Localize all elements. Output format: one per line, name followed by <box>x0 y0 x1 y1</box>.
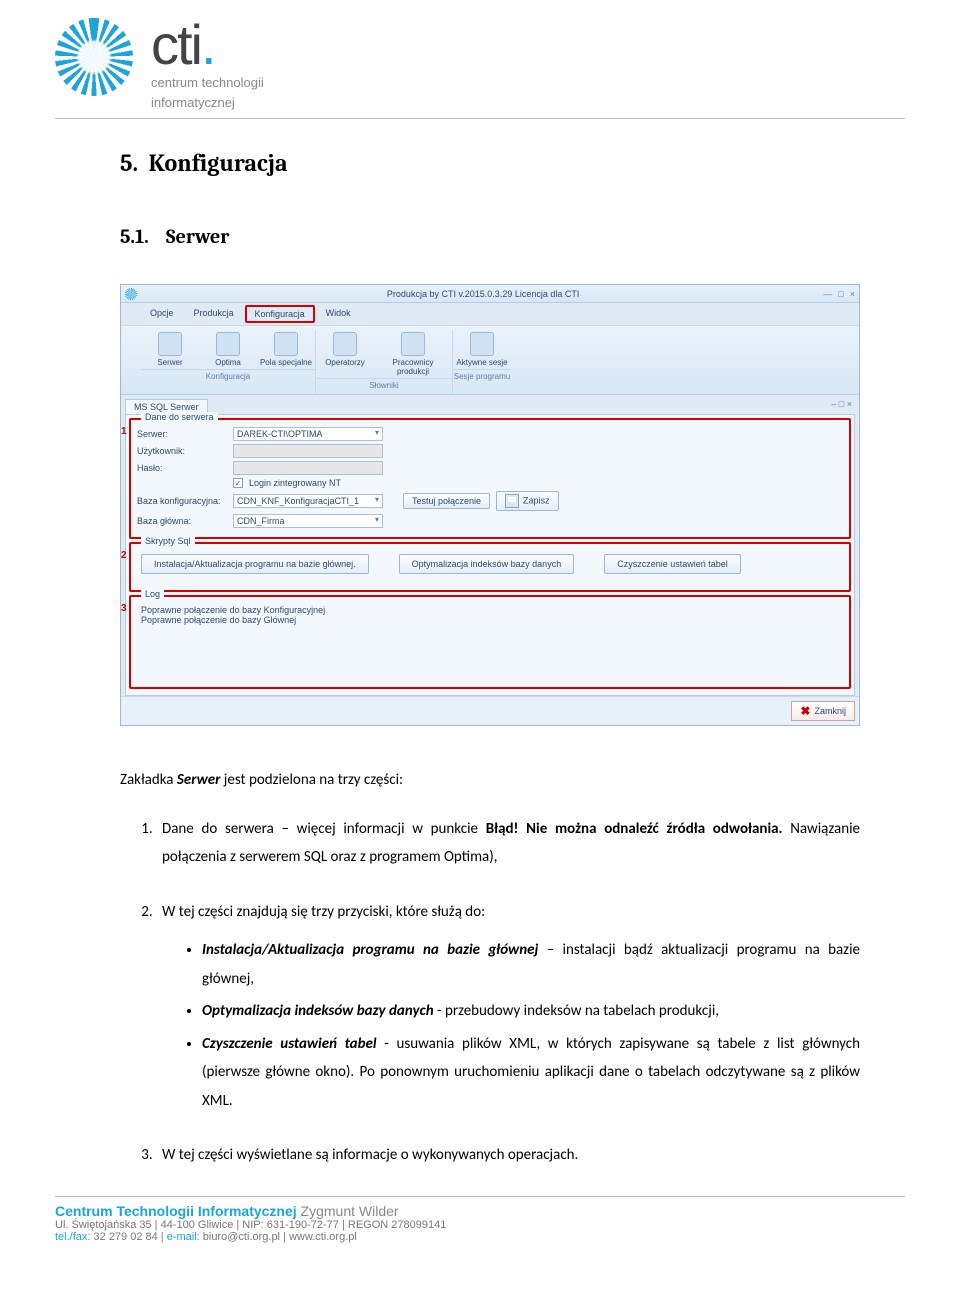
save-button[interactable]: Zapisz <box>496 491 559 511</box>
optimize-indexes-button[interactable]: Optymalizacja indeksów bazy danych <box>399 554 575 574</box>
fieldset-scripts: 2 Skrypty Sql Instalacja/Aktualizacja pr… <box>129 542 851 592</box>
save-icon <box>505 494 519 508</box>
annotation-3: 3 <box>121 603 127 614</box>
list-item-3: W tej części wyświetlane są informacje o… <box>156 1141 860 1170</box>
intro-paragraph: Zakładka Serwer jest podzielona na trzy … <box>120 766 860 795</box>
baza-glowna-label: Baza główna: <box>137 516 227 526</box>
list-item-1: Dane do serwera – więcej informacji w pu… <box>156 815 860 872</box>
login-nt-label: Login zintegrowany NT <box>249 478 341 488</box>
app-title: Produkcja by CTI v.2015.0.3.29 Licencja … <box>143 289 823 299</box>
footer-company: Centrum Technologii Informatycznej <box>55 1203 297 1219</box>
bullet-install: Instalacja/Aktualizacja programu na bazi… <box>202 936 860 993</box>
app-window: Produkcja by CTI v.2015.0.3.29 Licencja … <box>120 284 860 726</box>
baza-konf-combo[interactable]: CDN_KNF_KonfiguracjaCTI_1 <box>233 494 383 508</box>
logo-subtitle-1: centrum technologii <box>151 75 264 91</box>
fieldset-server-data: 1 Dane do serwera Serwer: DAREK-CTI\OPTI… <box>129 418 851 539</box>
menu-produkcja[interactable]: Produkcja <box>185 305 243 323</box>
uzytkownik-label: Użytkownik: <box>137 446 227 456</box>
menu-opcje[interactable]: Opcje <box>141 305 183 323</box>
login-nt-checkbox[interactable]: ✓ <box>233 478 243 488</box>
workers-icon <box>401 332 425 356</box>
bottom-bar: ✖ Zamknij <box>121 696 859 725</box>
fieldset-scripts-legend: Skrypty Sql <box>141 536 195 546</box>
optima-icon <box>216 332 240 356</box>
bullet-optimize: Optymalizacja indeksów bazy danych - prz… <box>202 997 860 1026</box>
test-connection-button[interactable]: Testuj połączenie <box>403 493 490 509</box>
install-update-button[interactable]: Instalacja/Aktualizacja programu na bazi… <box>141 554 369 574</box>
log-output: Poprawne połączenie do bazy Konfiguracyj… <box>137 601 843 681</box>
serwer-label: Serwer: <box>137 429 227 439</box>
page-footer: Centrum Technologii Informatycznej Zygmu… <box>0 1203 960 1243</box>
haslo-input[interactable] <box>233 461 383 475</box>
body-text: Zakładka Serwer jest podzielona na trzy … <box>120 766 860 1170</box>
sessions-icon <box>470 332 494 356</box>
zamknij-button[interactable]: ✖ Zamknij <box>791 701 855 721</box>
ribbon-aktywne-button[interactable]: Aktywne sesje <box>453 330 511 369</box>
clean-tables-button[interactable]: Czyszczenie ustawień tabel <box>604 554 741 574</box>
logo: cti. centrum technologii informatycznej <box>55 18 960 110</box>
operators-icon <box>333 332 357 356</box>
logo-subtitle-2: informatycznej <box>151 95 264 111</box>
page-header: cti. centrum technologii informatycznej <box>0 0 960 110</box>
fieldset-log-legend: Log <box>141 589 164 599</box>
fields-icon <box>274 332 298 356</box>
logo-letters: cti. <box>151 18 264 71</box>
ribbon-optima-button[interactable]: Optima <box>199 330 257 369</box>
baza-glowna-combo[interactable]: CDN_Firma <box>233 514 383 528</box>
subtab-container: MS SQL Serwer – □ × 1 Dane do serwera Se… <box>125 399 855 696</box>
footer-divider <box>55 1196 905 1197</box>
ribbon-group-config-label: Konfiguracja <box>141 369 315 383</box>
close-icon: ✖ <box>800 704 810 718</box>
window-close-icon[interactable]: × <box>850 289 855 299</box>
subsection-heading: 5.1.Serwer <box>120 225 860 248</box>
menu-konfiguracja[interactable]: Konfiguracja <box>245 305 315 323</box>
haslo-label: Hasło: <box>137 463 227 473</box>
menubar: Opcje Produkcja Konfiguracja Widok <box>121 303 859 326</box>
fieldset-log: 3 Log Poprawne połączenie do bazy Konfig… <box>129 595 851 689</box>
ribbon: Serwer Optima Pola specjalne Konfiguracj… <box>121 326 859 395</box>
footer-address: Ul. Świętojańska 35 | 44-100 Gliwice | N… <box>55 1219 960 1231</box>
ribbon-pracownicy-button[interactable]: Pracownicy produkcji <box>374 330 452 378</box>
logo-swirl-icon <box>55 18 133 96</box>
menu-widok[interactable]: Widok <box>317 305 360 323</box>
serwer-combo[interactable]: DAREK-CTI\OPTIMA <box>233 427 383 441</box>
fieldset-server-legend: Dane do serwera <box>141 412 218 422</box>
ribbon-operatorzy-button[interactable]: Operatorzy <box>316 330 374 378</box>
maximize-icon[interactable]: □ <box>838 289 843 299</box>
baza-konf-label: Baza konfiguracyjna: <box>137 496 227 506</box>
footer-contact: tel./fax: 32 279 02 84 | e-mail: biuro@c… <box>55 1231 960 1243</box>
titlebar[interactable]: Produkcja by CTI v.2015.0.3.29 Licencja … <box>121 285 859 303</box>
app-icon <box>125 288 137 300</box>
server-icon <box>158 332 182 356</box>
list-item-2: W tej części znajdują się trzy przyciski… <box>156 898 860 1116</box>
bullet-clean: Czyszczenie ustawień tabel - usuwania pl… <box>202 1030 860 1116</box>
ribbon-pola-button[interactable]: Pola specjalne <box>257 330 315 369</box>
minimize-icon[interactable]: — <box>823 289 832 299</box>
annotation-1: 1 <box>121 426 127 437</box>
subtab-window-controls[interactable]: – □ × <box>831 399 852 409</box>
section-heading: 5. Konfiguracja <box>120 149 860 177</box>
uzytkownik-input[interactable] <box>233 444 383 458</box>
ribbon-group-session-label: Sesje programu <box>453 369 511 383</box>
ribbon-group-dict-label: Słowniki <box>316 378 452 392</box>
ribbon-serwer-button[interactable]: Serwer <box>141 330 199 369</box>
footer-author: Zygmunt Wilder <box>297 1203 399 1219</box>
annotation-2: 2 <box>121 550 127 561</box>
